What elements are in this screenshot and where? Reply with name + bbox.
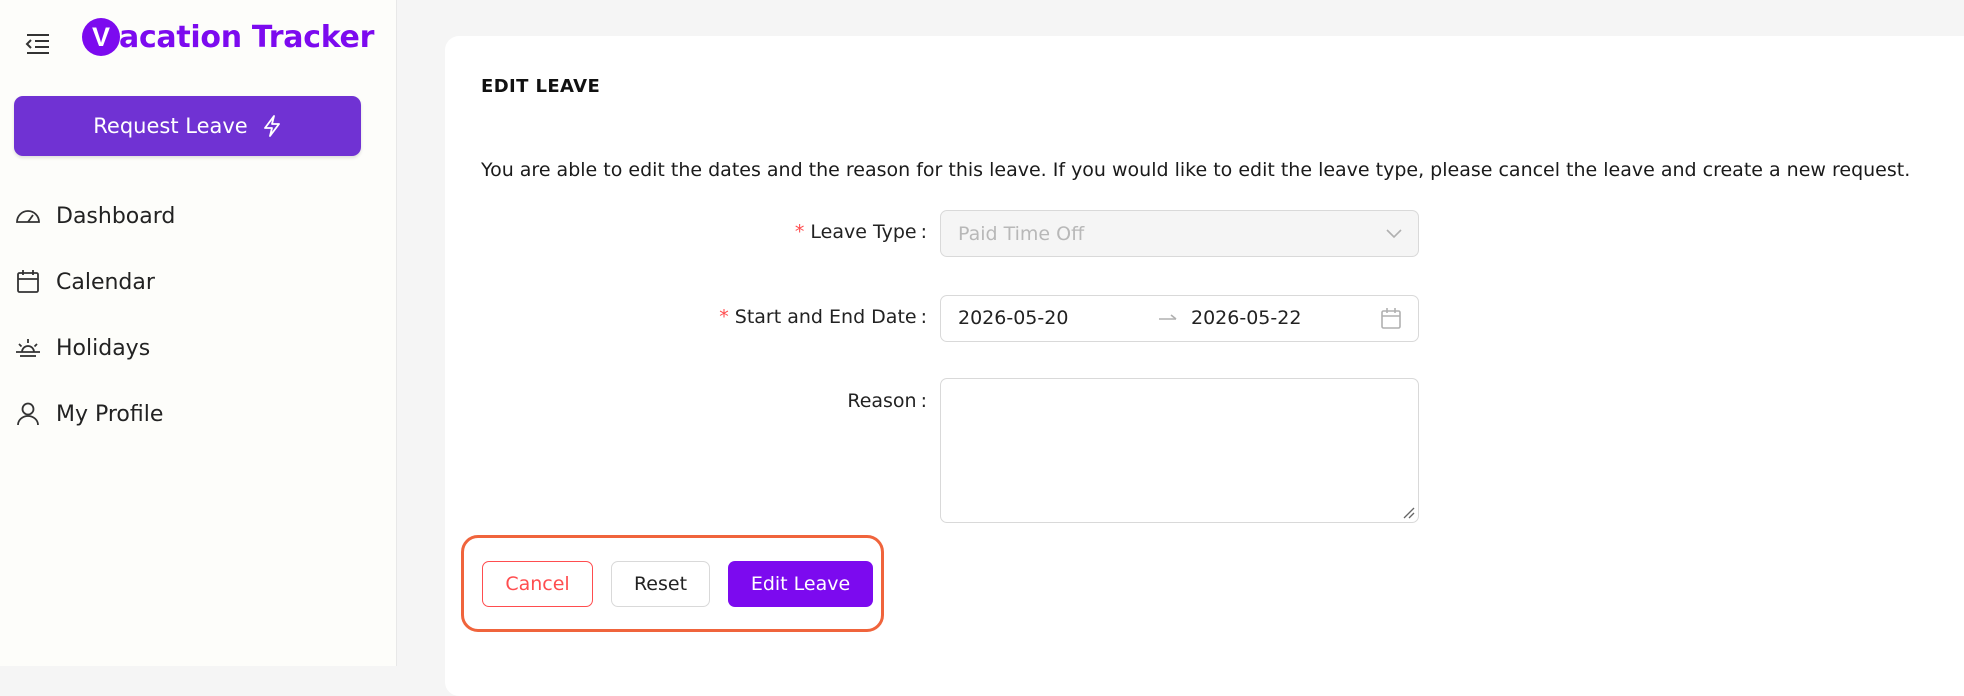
dashboard-gauge-icon xyxy=(14,202,42,230)
user-icon xyxy=(14,400,42,428)
reason-label-text: Reason xyxy=(847,390,917,412)
reset-button-label: Reset xyxy=(633,573,688,595)
sunrise-icon xyxy=(14,334,42,362)
menu-collapse-icon[interactable] xyxy=(24,30,52,58)
end-date-input[interactable]: 2026-05-22 xyxy=(1191,307,1301,329)
sidebar-item-label: Dashboard xyxy=(56,203,176,229)
chevron-down-icon xyxy=(1386,229,1402,239)
sidebar-item-calendar[interactable]: Calendar xyxy=(14,262,155,302)
edit-leave-description: You are able to edit the dates and the r… xyxy=(481,159,1911,181)
lightning-icon xyxy=(263,115,280,137)
cancel-button-label: Cancel xyxy=(505,573,570,595)
reset-button[interactable]: Reset xyxy=(611,561,710,607)
start-date-input[interactable]: 2026-05-20 xyxy=(958,307,1068,329)
resize-grip-icon[interactable] xyxy=(1401,505,1415,519)
sidebar-item-dashboard[interactable]: Dashboard xyxy=(14,196,175,236)
leave-type-label: * Leave Type: xyxy=(795,221,927,243)
edit-leave-button[interactable]: Edit Leave xyxy=(728,561,873,607)
leave-type-value: Paid Time Off xyxy=(958,222,1085,245)
sidebar-item-label: Holidays xyxy=(56,335,151,361)
brand-name: acation Tracker xyxy=(119,19,375,55)
brand-mark: V xyxy=(82,18,120,56)
date-range-label-text: Start and End Date xyxy=(734,306,917,328)
brand-logo[interactable]: V acation Tracker xyxy=(82,18,374,56)
brand-mark-letter: V xyxy=(91,21,110,52)
reason-textarea[interactable] xyxy=(940,378,1419,523)
label-colon: : xyxy=(920,221,927,243)
label-colon: : xyxy=(920,306,927,328)
date-range-label: * Start and End Date: xyxy=(719,306,927,328)
sidebar-item-label: My Profile xyxy=(56,401,164,427)
label-colon: : xyxy=(920,390,927,412)
arrow-right-icon xyxy=(1159,314,1177,320)
calendar-icon[interactable] xyxy=(1380,307,1402,331)
sidebar: V acation Tracker Request Leave Dashboar… xyxy=(0,0,397,666)
leave-type-select[interactable]: Paid Time Off xyxy=(940,210,1419,257)
request-leave-label: Request Leave xyxy=(93,114,248,138)
leave-type-label-text: Leave Type xyxy=(810,221,917,243)
request-leave-button[interactable]: Request Leave xyxy=(14,96,361,156)
date-range-picker[interactable]: 2026-05-20 2026-05-22 xyxy=(940,295,1419,342)
page-title: EDIT LEAVE xyxy=(481,76,601,97)
calendar-icon xyxy=(14,268,42,296)
cancel-button[interactable]: Cancel xyxy=(482,561,593,607)
edit-leave-button-label: Edit Leave xyxy=(750,573,851,595)
required-mark: * xyxy=(719,306,729,328)
reason-label: Reason: xyxy=(847,390,927,412)
sidebar-item-label: Calendar xyxy=(56,269,155,295)
required-mark: * xyxy=(794,221,805,243)
sidebar-item-holidays[interactable]: Holidays xyxy=(14,328,150,368)
sidebar-item-my-profile[interactable]: My Profile xyxy=(14,394,163,434)
